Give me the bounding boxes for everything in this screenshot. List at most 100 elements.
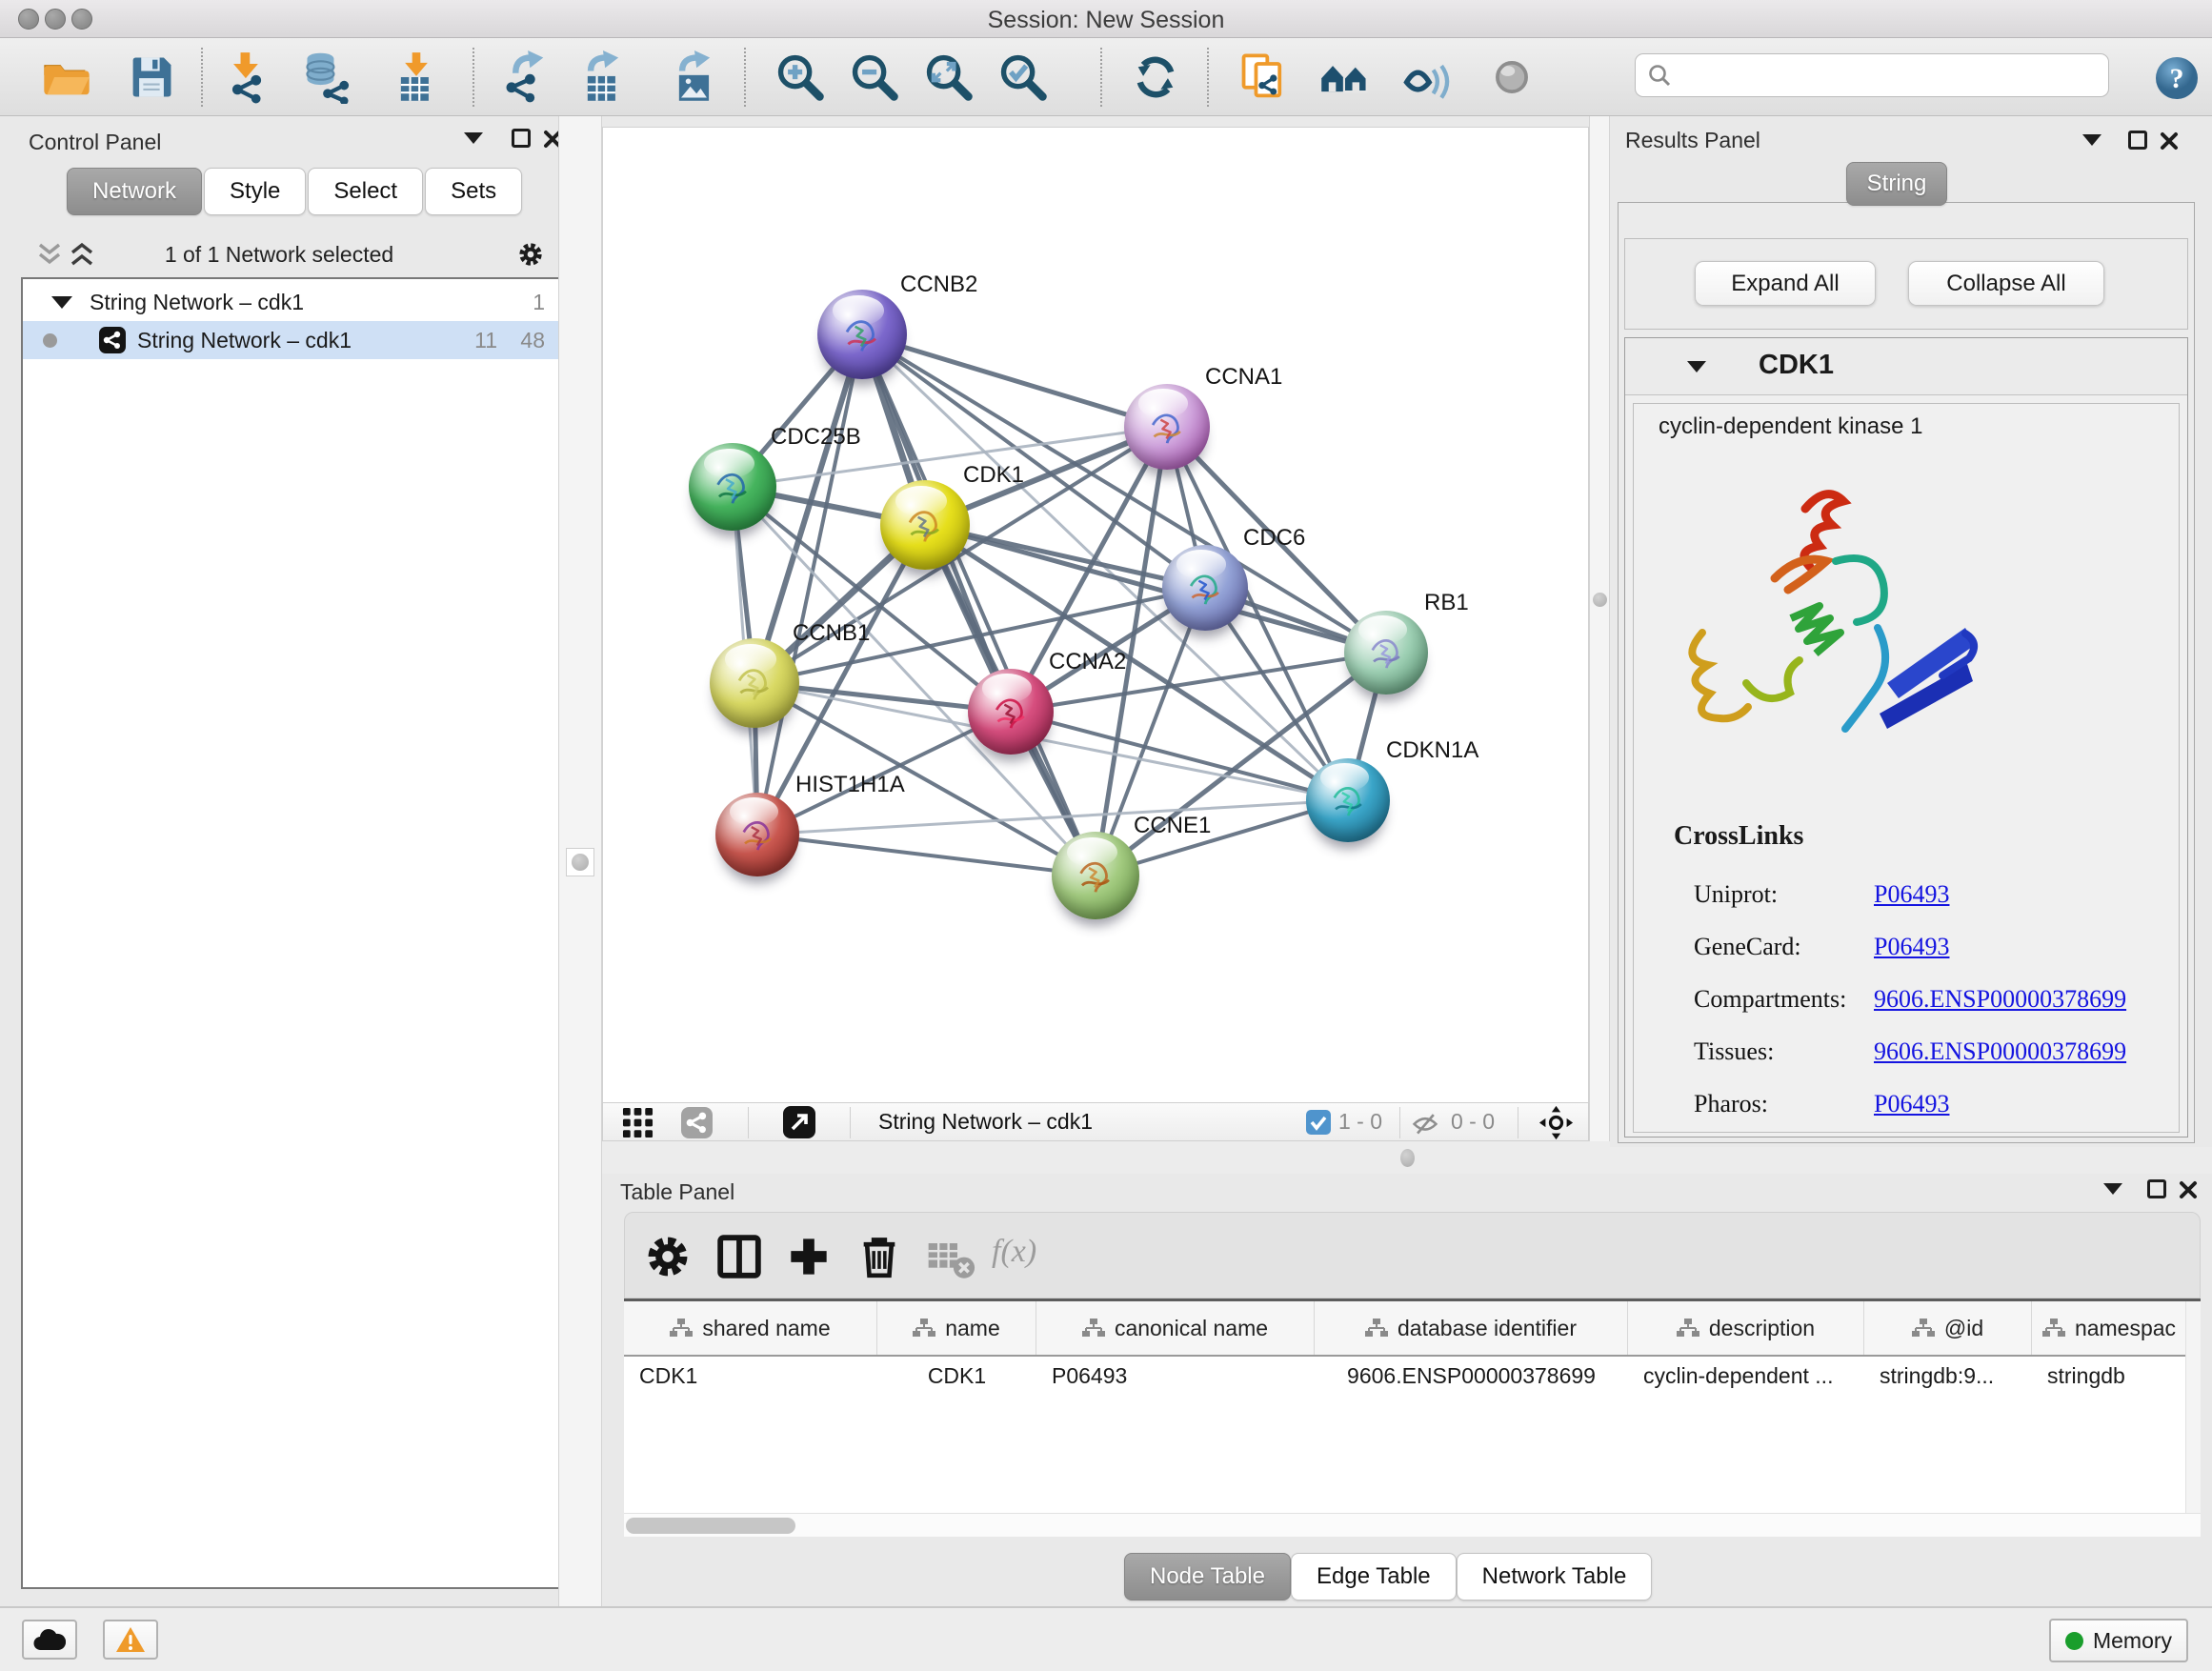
results-panel-close-icon[interactable]	[2159, 131, 2180, 151]
hidden-eye-slash-icon[interactable]	[1411, 1109, 1439, 1137]
table-cell[interactable]: stringdb:9...	[1864, 1359, 2032, 1393]
zoom-fit-icon[interactable]	[922, 50, 975, 104]
network-edge[interactable]	[862, 334, 1167, 427]
left-panel-divider[interactable]	[558, 116, 602, 1606]
column-header-description[interactable]: description	[1628, 1301, 1864, 1355]
save-session-icon[interactable]	[125, 50, 178, 104]
network-canvas[interactable]: CCNB2 CCNA1 CDC25B CDK1 CDC6 RB1 CCNB1 C…	[602, 127, 1589, 1102]
birdseye-navigator-icon[interactable]	[1538, 1105, 1574, 1140]
table-panel-menu-icon[interactable]	[2103, 1183, 2122, 1195]
network-node-ccnb2[interactable]	[817, 290, 907, 379]
control-panel-float-icon[interactable]	[512, 129, 531, 148]
preview-sphere-icon[interactable]	[1485, 50, 1538, 104]
tab-style[interactable]: Style	[204, 168, 306, 215]
expand-all-button[interactable]: Expand All	[1695, 261, 1876, 306]
table-vertical-scrollbar[interactable]	[2185, 1301, 2201, 1513]
column-header-id[interactable]: @id	[1864, 1301, 2032, 1355]
tab-node-table[interactable]: Node Table	[1124, 1553, 1291, 1601]
search-input[interactable]	[1672, 63, 2081, 89]
show-all-views-icon[interactable]	[1318, 50, 1372, 104]
import-table-icon[interactable]	[390, 50, 443, 104]
tab-network[interactable]: Network	[67, 168, 202, 215]
network-node-cdkn1a[interactable]	[1306, 758, 1390, 842]
column-header-canonical-name[interactable]: canonical name	[1036, 1301, 1315, 1355]
column-header-name[interactable]: name	[877, 1301, 1036, 1355]
crosslink-link[interactable]: P06493	[1874, 880, 1949, 909]
tree-expander-icon[interactable]	[51, 296, 72, 309]
search-field[interactable]	[1635, 53, 2109, 97]
zoom-out-icon[interactable]	[848, 50, 901, 104]
open-external-icon[interactable]	[783, 1106, 815, 1138]
divider-handle[interactable]	[566, 848, 594, 876]
network-node-ccne1[interactable]	[1052, 832, 1139, 919]
table-cell[interactable]: CDK1	[877, 1359, 1036, 1393]
table-cell[interactable]: cyclin-dependent ...	[1628, 1359, 1864, 1393]
grid-view-icon[interactable]	[622, 1107, 654, 1138]
tab-edge-table[interactable]: Edge Table	[1291, 1553, 1457, 1601]
table-cell[interactable]: P06493	[1036, 1359, 1315, 1393]
memory-button[interactable]: Memory	[2049, 1619, 2188, 1662]
crosslink-link[interactable]: 9606.ENSP00000378699	[1874, 1037, 2126, 1066]
export-network-icon[interactable]	[499, 50, 553, 104]
tab-sets[interactable]: Sets	[425, 168, 522, 215]
table-settings-gear-icon[interactable]	[641, 1230, 694, 1283]
table-horizontal-scrollbar[interactable]	[624, 1513, 2201, 1537]
crosslink-link[interactable]: P06493	[1874, 933, 1949, 961]
collapse-all-button[interactable]: Collapse All	[1908, 261, 2104, 306]
scrollbar-thumb[interactable]	[626, 1518, 795, 1534]
column-header-shared-name[interactable]: shared name	[624, 1301, 877, 1355]
network-view-icon[interactable]	[681, 1107, 713, 1138]
selected-checkbox-icon[interactable]	[1306, 1110, 1331, 1135]
network-node-ccna2[interactable]	[968, 669, 1054, 755]
export-image-icon[interactable]	[668, 50, 721, 104]
crosslink-link[interactable]: 9606.ENSP00000378699	[1874, 985, 2126, 1014]
table-cell[interactable]: CDK1	[624, 1359, 877, 1393]
zoom-in-icon[interactable]	[774, 50, 827, 104]
import-network-database-icon[interactable]	[301, 50, 354, 104]
network-edge[interactable]	[757, 835, 1096, 876]
table-cell[interactable]: stringdb	[2032, 1359, 2187, 1393]
column-header-namespac[interactable]: namespac	[2032, 1301, 2187, 1355]
help-icon[interactable]: ?	[2154, 55, 2200, 101]
zoom-selected-icon[interactable]	[996, 50, 1050, 104]
show-columns-icon[interactable]	[713, 1230, 766, 1283]
function-builder-icon[interactable]: f(x)	[992, 1234, 1077, 1287]
export-table-icon[interactable]	[576, 50, 630, 104]
network-node-ccna1[interactable]	[1124, 384, 1210, 470]
tab-string[interactable]: String	[1846, 162, 1947, 206]
network-node-cdk1[interactable]	[880, 480, 970, 570]
results-panel-menu-icon[interactable]	[2082, 134, 2101, 146]
tab-network-table[interactable]: Network Table	[1457, 1553, 1653, 1601]
network-tree-root-row[interactable]: String Network – cdk1 1	[23, 283, 558, 321]
open-session-icon[interactable]	[40, 50, 93, 104]
network-node-cdc6[interactable]	[1162, 545, 1248, 631]
network-edge[interactable]	[757, 334, 862, 835]
table-cell[interactable]: 9606.ENSP00000378699	[1315, 1359, 1628, 1393]
table-panel-float-icon[interactable]	[2147, 1179, 2166, 1198]
import-network-file-icon[interactable]	[220, 50, 273, 104]
refresh-view-icon[interactable]	[1129, 50, 1182, 104]
gene-card-header[interactable]: CDK1	[1625, 338, 2187, 395]
column-header-database-identifier[interactable]: database identifier	[1315, 1301, 1628, 1355]
network-node-ccnb1[interactable]	[710, 638, 799, 728]
warnings-button[interactable]	[103, 1620, 158, 1660]
divider-handle[interactable]	[1400, 1149, 1415, 1167]
add-column-icon[interactable]	[782, 1230, 835, 1283]
crosslink-link[interactable]: P06493	[1874, 1090, 1949, 1118]
divider-handle[interactable]	[1593, 593, 1607, 607]
hide-views-icon[interactable]	[1399, 50, 1453, 104]
right-panel-divider[interactable]	[1589, 116, 1610, 1147]
network-node-hist1h1a[interactable]	[715, 793, 799, 876]
delete-table-icon[interactable]	[924, 1230, 977, 1283]
table-row[interactable]: CDK1CDK1P064939606.ENSP00000378699cyclin…	[624, 1359, 2201, 1393]
table-panel-close-icon[interactable]	[2178, 1179, 2199, 1200]
tab-select[interactable]: Select	[308, 168, 423, 215]
network-options-gear-icon[interactable]	[515, 239, 546, 270]
network-tree-child-row[interactable]: String Network – cdk1 11 48	[23, 321, 558, 359]
network-node-rb1[interactable]	[1344, 611, 1428, 695]
results-panel-float-icon[interactable]	[2128, 131, 2147, 150]
network-node-cdc25b[interactable]	[689, 443, 776, 531]
cloud-button[interactable]	[22, 1620, 77, 1660]
control-panel-menu-icon[interactable]	[464, 132, 483, 144]
delete-trash-icon[interactable]	[853, 1230, 906, 1283]
